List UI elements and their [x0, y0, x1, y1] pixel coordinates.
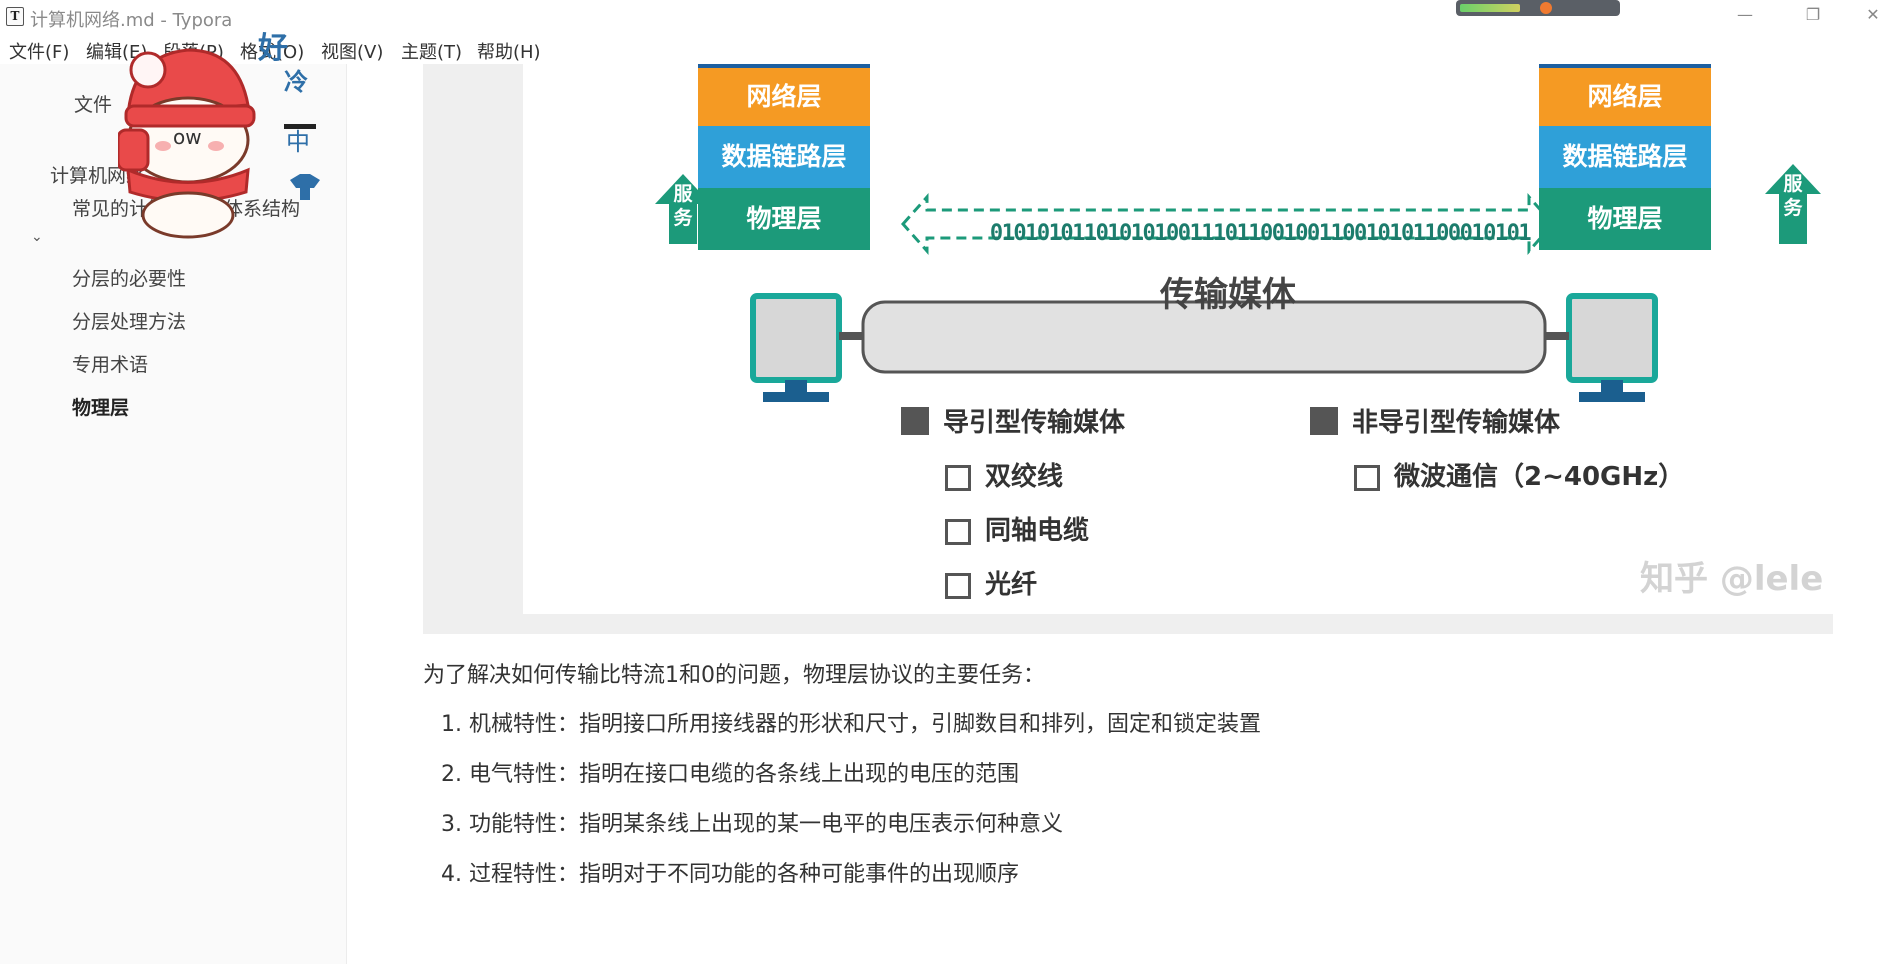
computer-left-base — [763, 392, 829, 402]
menu-file[interactable]: 文件(F) — [9, 38, 69, 64]
sticker-mascot: 好 冷 中 ow — [118, 31, 320, 239]
mascot-cheek-left — [155, 141, 171, 151]
list-item: 2. 电气特性：指明在接口电缆的各条线上出现的电压的范围 — [441, 762, 1019, 787]
left-physical-layer: 物理层 — [698, 188, 870, 250]
sticker-bar — [284, 124, 316, 129]
guided-item-fiber: 光纤 — [945, 564, 1037, 601]
checkbox-square-icon — [945, 519, 971, 545]
close-icon: ✕ — [1866, 5, 1880, 24]
computer-left-neck — [785, 380, 807, 392]
list-item: 3. 功能特性：指明某条线上出现的某一电平的电压表示何种意义 — [441, 812, 1063, 837]
computer-left-screen — [750, 293, 842, 383]
menu-theme[interactable]: 主题(T) — [401, 38, 462, 64]
list-item: 4. 过程特性：指明对于不同功能的各种可能事件的出现顺序 — [441, 862, 1019, 887]
restore-button[interactable]: ❐ — [1790, 0, 1836, 32]
sidebar-files-tab[interactable]: 文件 — [74, 90, 112, 117]
guided-media-title: 导引型传输媒体 — [943, 408, 1126, 438]
guided-item-label: 光纤 — [985, 570, 1038, 600]
computer-right-base — [1579, 392, 1645, 402]
outline-item-physical-layer[interactable]: 物理层 — [72, 393, 129, 420]
outline-item-layering-method[interactable]: 分层处理方法 — [72, 307, 186, 334]
guided-item-coax: 同轴电缆 — [945, 510, 1089, 547]
minimize-button[interactable]: — — [1722, 0, 1768, 32]
network-layers-figure: 网络层 数据链路层 物理层 网络层 数据链路层 物理层 服务 服务 010101… — [523, 64, 1885, 614]
editor-content[interactable]: 网络层 数据链路层 物理层 网络层 数据链路层 物理层 服务 服务 010101… — [346, 64, 1885, 964]
restore-icon: ❐ — [1805, 5, 1821, 24]
menu-view[interactable]: 视图(V) — [321, 38, 383, 64]
link-right — [1545, 332, 1569, 340]
checkbox-square-icon — [945, 573, 971, 599]
image-frame: 网络层 数据链路层 物理层 网络层 数据链路层 物理层 服务 服务 010101… — [423, 64, 1885, 634]
minimize-icon: — — [1737, 5, 1753, 24]
checkbox-square-icon — [1354, 465, 1380, 491]
volume-level-bar — [1460, 4, 1520, 12]
unguided-media-heading: 非导引型传输媒体 — [1310, 402, 1560, 439]
guided-item-label: 同轴电缆 — [985, 516, 1090, 546]
computer-right-screen — [1566, 293, 1658, 383]
sticker-char-3: 中 — [286, 128, 310, 156]
mascot-cheek-right — [208, 141, 224, 151]
medium-label: 传输媒体 — [1160, 275, 1296, 315]
unguided-item-label: 微波通信（2~40GHz） — [1394, 462, 1685, 492]
outline-item-layering-necessity[interactable]: 分层的必要性 — [72, 264, 186, 291]
chevron-down-icon[interactable]: ⌄ — [31, 229, 43, 245]
right-network-layer: 网络层 — [1539, 68, 1711, 126]
unguided-item-microwave: 微波通信（2~40GHz） — [1354, 456, 1684, 493]
filled-square-icon — [901, 407, 929, 435]
service-label-left: 服务 — [673, 183, 693, 229]
typora-app-icon: T — [6, 7, 24, 26]
unguided-media-title: 非导引型传输媒体 — [1352, 408, 1561, 438]
link-left — [839, 332, 863, 340]
bitstream-text: 0101010110101010011101100100110010101100… — [989, 221, 1532, 246]
service-label-right: 服务 — [1783, 173, 1803, 219]
left-datalink-layer: 数据链路层 — [698, 126, 870, 188]
scarf-tail — [118, 128, 150, 172]
close-button[interactable]: ✕ — [1850, 0, 1885, 32]
computer-right-neck — [1601, 380, 1623, 392]
checkbox-square-icon — [945, 465, 971, 491]
shirt-icon — [290, 174, 320, 200]
sticker-char-2: 冷 — [284, 68, 308, 96]
list-item: 1. 机械特性：指明接口所用接线器的形状和尺寸，引脚数目和排列，固定和锁定装置 — [441, 712, 1261, 737]
guided-media-heading: 导引型传输媒体 — [901, 402, 1125, 439]
hat-pompom — [129, 51, 167, 89]
outline-item-terminology[interactable]: 专用术语 — [72, 350, 148, 377]
volume-slider[interactable] — [1456, 0, 1620, 16]
sticker-char-1: 好 — [257, 31, 288, 66]
guided-item-twisted-pair: 双绞线 — [945, 456, 1063, 493]
image-watermark: 知乎 @lele — [1640, 559, 1824, 599]
filled-square-icon — [1310, 407, 1338, 435]
mascot-paws — [141, 191, 235, 239]
menu-help[interactable]: 帮助(H) — [477, 38, 541, 64]
right-datalink-layer: 数据链路层 — [1539, 126, 1711, 188]
guided-item-label: 双绞线 — [985, 462, 1064, 492]
mascot-mouth: ow — [173, 125, 202, 149]
hat-brim — [124, 104, 256, 128]
volume-knob[interactable] — [1540, 2, 1552, 14]
task-list: 1. 机械特性：指明接口所用接线器的形状和尺寸，引脚数目和排列，固定和锁定装置 … — [441, 706, 1261, 906]
left-network-layer: 网络层 — [698, 68, 870, 126]
intro-paragraph: 为了解决如何传输比特流1和0的问题，物理层协议的主要任务： — [423, 663, 1045, 688]
